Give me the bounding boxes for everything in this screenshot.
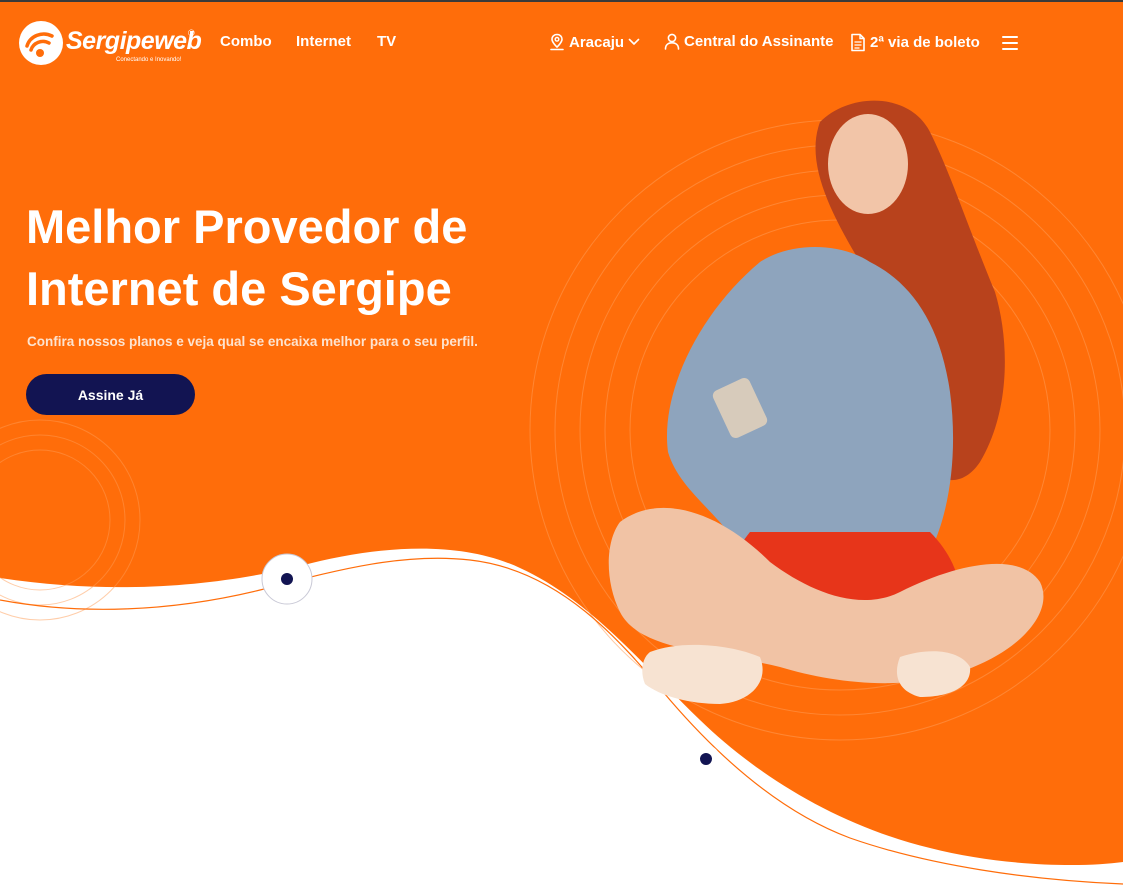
location-pin-icon [550,33,564,51]
hamburger-menu-icon[interactable] [1002,36,1018,50]
invoice-label: 2ª via de boleto [870,34,980,51]
city-label: Aracaju [569,33,625,51]
face-shape [828,114,908,214]
nav-link-internet[interactable]: Internet [296,33,351,50]
user-icon [664,33,680,50]
hero-title-line1: Melhor Provedor de [26,200,468,253]
nav-link-subscriber-center[interactable]: Central do Assinante [664,33,833,50]
subscriber-center-label: Central do Assinante [684,33,834,50]
site-header: Sergipeweb ® Conectando e Inovando! Comb… [0,2,1123,82]
registered-mark: ® [188,28,195,38]
slider-dot[interactable] [692,745,720,773]
brand-logo[interactable]: Sergipeweb ® Conectando e Inovando! [18,20,202,66]
jacket-shape [666,247,954,562]
nav-link-tv[interactable]: TV [377,33,396,50]
hero-subtitle: Confira nossos planos e veja qual se enc… [27,334,478,349]
hero-title-line2: Internet de Sergipe [26,262,452,315]
slider-dot-active[interactable] [261,553,313,605]
subscribe-button[interactable]: Assine Já [26,374,195,415]
hero-title: Melhor Provedor de Internet de Sergipe [26,196,546,320]
brand-logo-icon [19,21,63,65]
brand-name: Sergipeweb [66,27,202,55]
city-selector[interactable]: Aracaju [549,33,640,51]
hero-image [608,100,1044,704]
document-icon [851,33,865,52]
chevron-down-icon [628,38,640,45]
nav-link-combo[interactable]: Combo [220,33,272,50]
nav-link-invoice[interactable]: 2ª via de boleto [850,33,980,52]
brand-tagline: Conectando e Inovando! [116,57,182,63]
